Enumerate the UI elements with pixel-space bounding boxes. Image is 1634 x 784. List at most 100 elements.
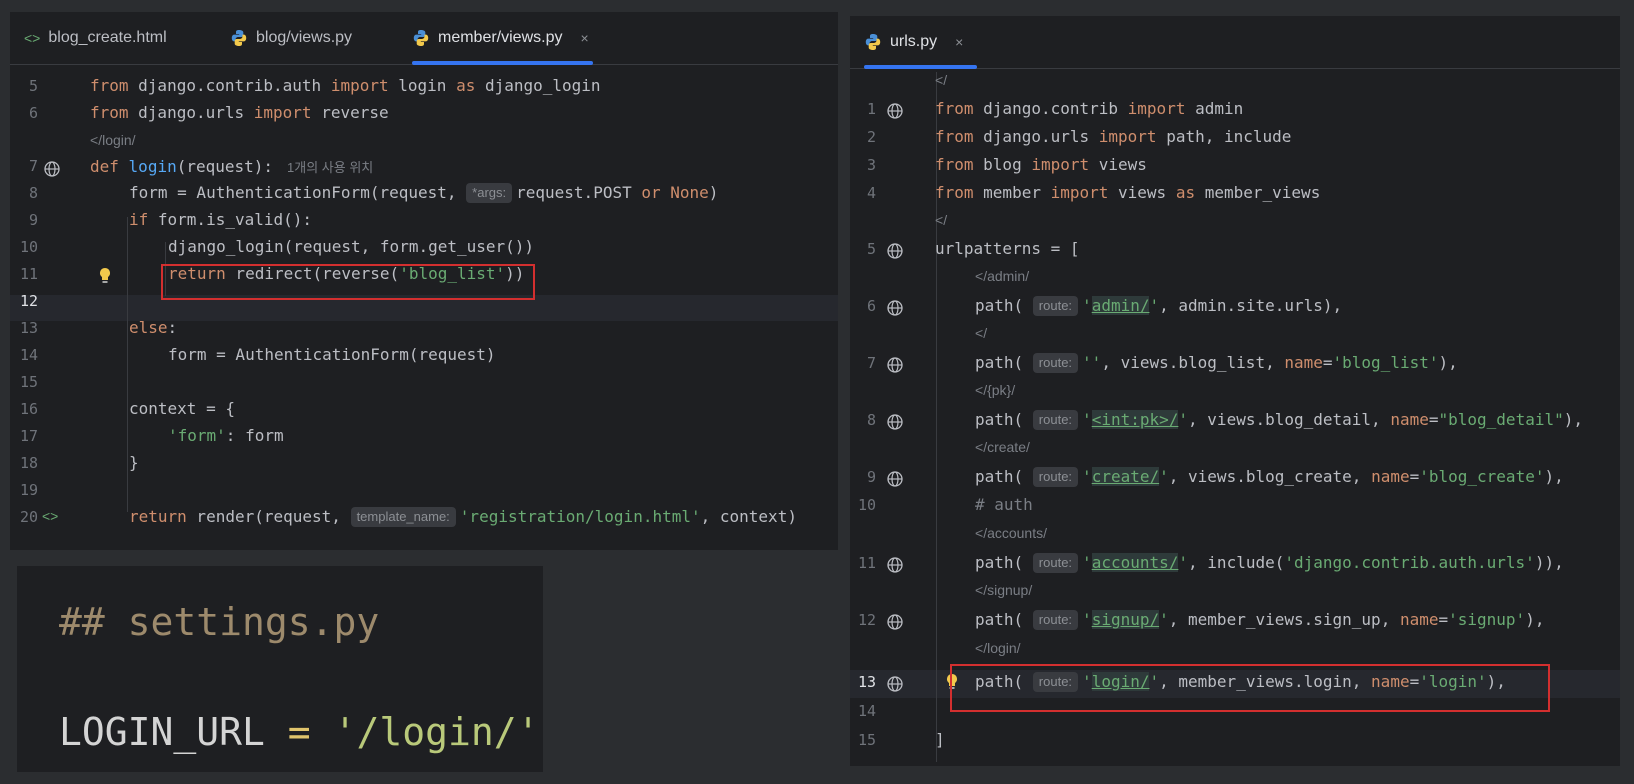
line-number: 6 bbox=[866, 297, 876, 315]
line-number: 11 bbox=[857, 554, 876, 572]
line-number: 7 bbox=[28, 157, 38, 175]
globe-icon[interactable] bbox=[886, 356, 904, 374]
route-hint[interactable]: <​/ bbox=[935, 212, 947, 228]
inlay-hint: route: bbox=[1032, 553, 1079, 573]
inlay-hint: route: bbox=[1032, 296, 1079, 316]
line-number: 5 bbox=[28, 77, 38, 95]
line-number: 9 bbox=[28, 211, 38, 229]
route-hint[interactable]: <​/login/ bbox=[90, 132, 136, 148]
usage-hint[interactable]: 1개의 사용 위치 bbox=[287, 160, 373, 175]
globe-icon[interactable] bbox=[886, 675, 904, 693]
code-line: if form.is_valid(): bbox=[129, 210, 313, 229]
route-hint[interactable]: <​/signup/ bbox=[975, 582, 1032, 598]
line-number: 3 bbox=[866, 156, 876, 174]
tab-label: urls.py bbox=[890, 33, 938, 50]
route-hint[interactable]: <​/ bbox=[975, 325, 987, 341]
settings-line: LOGIN_URL = '/login/' bbox=[59, 710, 539, 754]
code-line: from django.urls import reverse bbox=[90, 103, 389, 122]
code-line: return render(request, template_name:'re… bbox=[129, 507, 797, 527]
code-line: form = AuthenticationForm(request, *args… bbox=[129, 183, 719, 203]
line-number: 2 bbox=[866, 128, 876, 146]
code-line: } bbox=[129, 453, 139, 472]
indent-guide bbox=[936, 72, 937, 762]
close-icon[interactable]: × bbox=[955, 34, 963, 50]
highlight-box-redirect bbox=[161, 264, 535, 300]
line-number: 9 bbox=[866, 468, 876, 486]
inlay-hint: route: bbox=[1032, 353, 1079, 373]
setting-eq: = bbox=[287, 710, 311, 754]
lightbulb-icon[interactable] bbox=[98, 267, 112, 285]
code-comment: # auth bbox=[975, 495, 1033, 514]
route-hint[interactable]: <​/accounts/ bbox=[975, 525, 1047, 541]
html-icon: <> bbox=[24, 30, 41, 46]
line-number: 13 bbox=[19, 319, 38, 337]
route-hint[interactable]: <​/ bbox=[935, 72, 947, 88]
setting-name: LOGIN_URL bbox=[59, 710, 265, 754]
tab-blog-create-html[interactable]: <> blog_create.html bbox=[24, 12, 167, 64]
route-hint-text: / bbox=[943, 72, 948, 88]
globe-icon[interactable] bbox=[886, 556, 904, 574]
line-number: 8 bbox=[866, 411, 876, 429]
inlay-hint: *args: bbox=[466, 183, 513, 203]
line-number: 18 bbox=[19, 454, 38, 472]
globe-icon[interactable] bbox=[886, 613, 904, 631]
settings-comment: ## settings.py bbox=[59, 600, 380, 644]
close-icon[interactable]: × bbox=[580, 30, 588, 46]
html-template-icon[interactable]: <> bbox=[42, 508, 58, 524]
route-hint-text: /login/ bbox=[98, 132, 136, 148]
inlay-hint: route: bbox=[1032, 610, 1079, 630]
tab-label: blog_create.html bbox=[48, 29, 167, 46]
globe-icon[interactable] bbox=[886, 242, 904, 260]
globe-icon[interactable] bbox=[43, 160, 61, 178]
line-number: 5 bbox=[866, 240, 876, 258]
globe-icon[interactable] bbox=[886, 102, 904, 120]
tab-blog-views-py[interactable]: blog/views.py bbox=[230, 12, 352, 64]
route-hint[interactable]: <​/{pk}/ bbox=[975, 382, 1015, 398]
line-number: 15 bbox=[857, 731, 876, 749]
tab-label: blog/views.py bbox=[256, 29, 353, 46]
line-number: 15 bbox=[19, 373, 38, 391]
code-line: path( route: '<int:pk>/', views.blog_deta… bbox=[975, 410, 1583, 430]
line-number: 16 bbox=[19, 400, 38, 418]
code-line: def login(request): 1개의 사용 위치 bbox=[90, 157, 374, 176]
line-number: 14 bbox=[857, 702, 876, 720]
code-line: else: bbox=[129, 318, 178, 337]
code-line: context = { bbox=[129, 399, 235, 418]
inlay-hint: route: bbox=[1032, 467, 1079, 487]
route-hint-text: /accounts/ bbox=[983, 525, 1048, 541]
line-number: 7 bbox=[866, 354, 876, 372]
globe-icon[interactable] bbox=[886, 413, 904, 431]
left-editor-panel: <> blog_create.html blog/views.py member… bbox=[10, 12, 838, 550]
line-number: 8 bbox=[28, 184, 38, 202]
code-line: urlpatterns = [ bbox=[935, 239, 1080, 258]
inlay-hint: template_name: bbox=[350, 507, 456, 527]
code-line: from django.urls import path, include bbox=[935, 127, 1292, 146]
python-icon bbox=[412, 29, 430, 47]
code-line: from blog import views bbox=[935, 155, 1147, 174]
route-hint[interactable]: <​/create/ bbox=[975, 439, 1030, 455]
line-number: 10 bbox=[19, 238, 38, 256]
inlay-hint: route: bbox=[1032, 410, 1079, 430]
route-hint[interactable]: <​/admin/ bbox=[975, 268, 1029, 284]
code-line: from django.contrib.auth import login as… bbox=[90, 76, 601, 95]
route-hint-text: /create/ bbox=[983, 439, 1030, 455]
tab-urls-py[interactable]: urls.py × bbox=[864, 16, 978, 69]
route-hint-text: /admin/ bbox=[983, 268, 1030, 284]
globe-icon[interactable] bbox=[886, 470, 904, 488]
python-icon bbox=[864, 33, 882, 51]
route-hint-text: / bbox=[943, 212, 948, 228]
code-line: path( route:'create/', views.blog_create… bbox=[975, 467, 1564, 487]
line-number: 10 bbox=[857, 496, 876, 514]
tab-member-views-py[interactable]: member/views.py × bbox=[412, 12, 593, 65]
line-number: 12 bbox=[857, 611, 876, 629]
code-line: from member import views as member_views bbox=[935, 183, 1321, 202]
globe-icon[interactable] bbox=[886, 299, 904, 317]
right-editor-panel: urls.py × 1 2 3 4 5 6 7 8 9 10 11 12 13 … bbox=[850, 16, 1620, 766]
python-icon bbox=[230, 29, 248, 47]
route-hint[interactable]: <​/login/ bbox=[975, 640, 1021, 656]
line-number: 20 bbox=[19, 508, 38, 526]
code-line: path( route:'accounts/', include('django… bbox=[975, 553, 1564, 573]
setting-value: '/login/' bbox=[333, 710, 540, 754]
code-line: 'form': form bbox=[168, 426, 284, 445]
indent-guide bbox=[127, 217, 128, 512]
